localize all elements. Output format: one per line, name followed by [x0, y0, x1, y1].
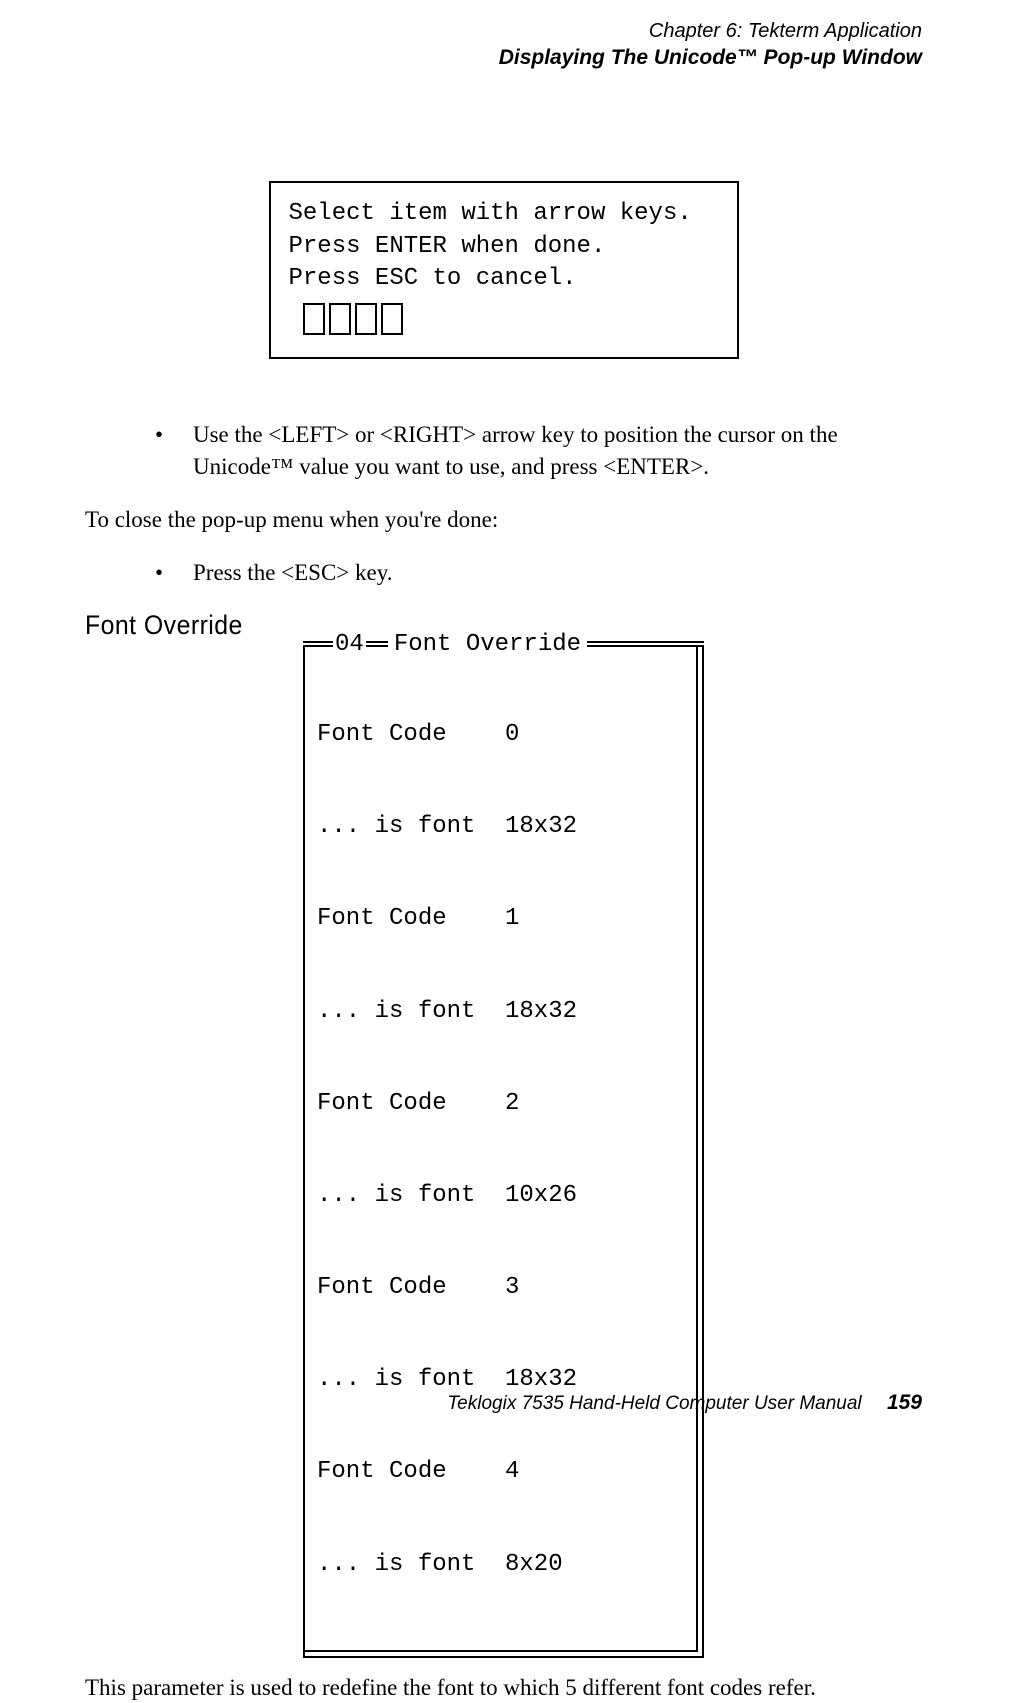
unicode-popup-box: Select item with arrow keys. Press ENTER… [269, 181, 739, 359]
row-label: ... is font [317, 1181, 505, 1212]
row-value: 3 [505, 1273, 519, 1304]
table-row: Font Code0 [317, 720, 686, 751]
section-label: Displaying The Unicode™ Pop-up Window [85, 44, 922, 71]
glyph-box-icon [381, 303, 403, 335]
panel-outer-border: Font Code0 ... is font18x32 Font Code1 .… [303, 645, 704, 1658]
bullet-icon: • [155, 419, 193, 481]
paragraph: This parameter is used to redefine the f… [85, 1672, 922, 1703]
table-row: ... is font8x20 [317, 1550, 686, 1581]
font-override-title-row: 04 Font Override [303, 631, 704, 658]
table-row: ... is font18x32 [317, 812, 686, 843]
row-label: ... is font [317, 1550, 505, 1581]
bullet-icon: • [155, 557, 193, 588]
row-value: 18x32 [505, 812, 577, 843]
panel-title: Font Override [388, 631, 587, 658]
font-override-panel: 04 Font Override Font Code0 ... is font1… [303, 645, 704, 1658]
popup-line: Press ESC to cancel. [289, 263, 719, 295]
row-label: Font Code [317, 720, 505, 751]
page-header: Chapter 6: Tekterm Application Displayin… [85, 18, 922, 71]
paragraph: To close the pop-up menu when you're don… [85, 504, 922, 535]
table-row: Font Code4 [317, 1457, 686, 1488]
row-value: 0 [505, 720, 519, 751]
bullet-list: • Press the <ESC> key. [155, 557, 922, 588]
list-item: • Use the <LEFT> or <RIGHT> arrow key to… [155, 419, 922, 481]
title-border-segment [587, 641, 704, 647]
page-number: 159 [887, 1391, 922, 1414]
chapter-label: Chapter 6: Tekterm Application [85, 18, 922, 44]
glyph-box-icon [355, 303, 377, 335]
row-value: 4 [505, 1457, 519, 1488]
manual-title: Teklogix 7535 Hand-Held Computer User Ma… [447, 1393, 861, 1414]
glyph-box-icon [329, 303, 351, 335]
row-value: 1 [505, 904, 519, 935]
bullet-list: • Use the <LEFT> or <RIGHT> arrow key to… [155, 419, 922, 481]
table-row: Font Code2 [317, 1089, 686, 1120]
row-label: Font Code [317, 904, 505, 935]
popup-glyph-row [303, 303, 719, 335]
page-footer: Teklogix 7535 Hand-Held Computer User Ma… [447, 1391, 922, 1415]
title-border-segment [303, 641, 333, 647]
table-row: Font Code3 [317, 1273, 686, 1304]
bullet-text: Press the <ESC> key. [193, 557, 922, 588]
glyph-box-icon [303, 303, 325, 335]
table-row: Font Code1 [317, 904, 686, 935]
row-value: 18x32 [505, 997, 577, 1028]
panel-inner: Font Code0 ... is font18x32 Font Code1 .… [305, 645, 698, 1652]
title-border-segment [366, 641, 388, 647]
row-value: 8x20 [505, 1550, 563, 1581]
popup-line: Select item with arrow keys. [289, 198, 719, 230]
row-value: 2 [505, 1089, 519, 1120]
list-item: • Press the <ESC> key. [155, 557, 922, 588]
table-row: ... is font10x26 [317, 1181, 686, 1212]
panel-number: 04 [333, 631, 366, 658]
popup-line: Press ENTER when done. [289, 231, 719, 263]
row-value: 10x26 [505, 1181, 577, 1212]
row-label: ... is font [317, 812, 505, 843]
table-row: ... is font18x32 [317, 997, 686, 1028]
row-label: Font Code [317, 1273, 505, 1304]
bullet-text: Use the <LEFT> or <RIGHT> arrow key to p… [193, 419, 922, 481]
row-label: Font Code [317, 1457, 505, 1488]
row-label: Font Code [317, 1089, 505, 1120]
row-label: ... is font [317, 997, 505, 1028]
